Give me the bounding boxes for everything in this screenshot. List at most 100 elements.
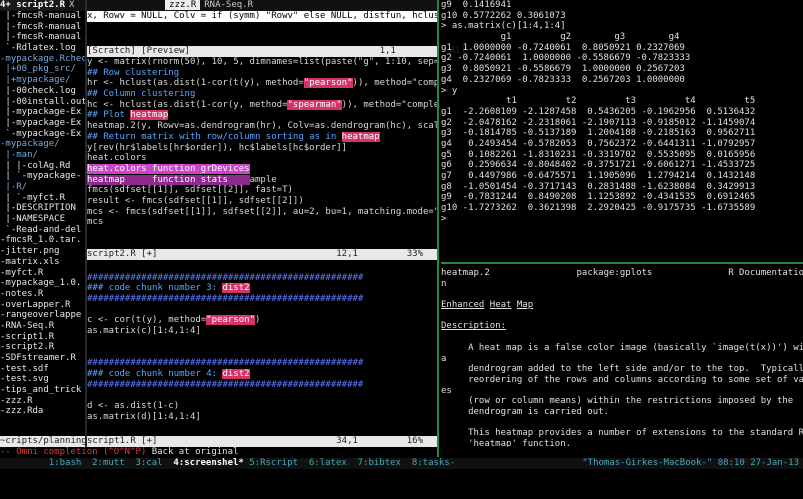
console-line: g10 0.5772262 0.3061073 — [441, 10, 566, 21]
tree-item[interactable]: | `-myfct.R — [0, 193, 85, 204]
tab-close-x[interactable]: X — [65, 0, 78, 10]
tree-item[interactable]: |-fmcsR-manual — [0, 22, 85, 33]
tree-item[interactable]: `-mypackage-Ex — [0, 129, 85, 140]
tree-item[interactable]: -SDFstreamer.R — [0, 353, 85, 364]
code-line[interactable]: mcs <- fmcs(sdfset[[1]], sdfset[[2]], au… — [87, 207, 437, 218]
chunk-divider: ########################################… — [87, 294, 364, 305]
tree-item[interactable]: |-fmcsR-manual — [0, 11, 85, 22]
message-text: Back at original — [151, 447, 239, 457]
console-line: g2 -2.0478162 -2.2318061 -2.1907113 -0.9… — [441, 117, 756, 128]
help-text: A heat map is a false color image (basic… — [441, 342, 803, 353]
chunk-header: ### code chunk number 3: dist2 — [87, 283, 437, 294]
tree-item[interactable]: |-fmcsR-manual — [0, 32, 85, 43]
tree-item[interactable]: `-Read-and-del — [0, 225, 85, 236]
tree-item[interactable]: -jitter.png — [0, 246, 85, 257]
script1-statusline: script1.R [+] 34,1 16% — [87, 436, 437, 447]
tree-item[interactable]: |-00check.log — [0, 86, 85, 97]
tab-rna-seq[interactable]: RNA-Seq.R — [200, 0, 257, 10]
code-line[interactable]: mcs — [87, 217, 437, 228]
code-line[interactable]: hr <- hclust(as.dist(1-cor(t(y), method=… — [87, 78, 437, 89]
tree-item[interactable]: |-man/ — [0, 150, 85, 161]
completion-item-heat-colors[interactable]: heat.colors function grDevices — [87, 163, 250, 174]
signature-line: x, Rowv = NULL, Colv = if (symm) "Rowv" … — [87, 11, 437, 22]
vim-message-line: -- Omni completion (^O^N^P) Back at orig… — [0, 447, 437, 458]
tree-item[interactable]: -rangeoverlappe — [0, 310, 85, 321]
editor-script1[interactable]: ########################################… — [87, 262, 437, 432]
help-title-right: R Documentation — [728, 268, 803, 278]
tree-item[interactable]: |-mypackage-Ex — [0, 107, 85, 118]
tree-item[interactable]: |-R/ — [0, 182, 85, 193]
console-line: g8 -1.0501454 -0.3717143 0.2831488 -1.62… — [441, 181, 756, 192]
tree-item[interactable]: -matrix.xls — [0, 257, 85, 268]
tree-item[interactable]: -mypackage.Rcheck/ — [0, 54, 85, 65]
tree-item[interactable]: -RNA-Seq.R — [0, 321, 85, 332]
code-line[interactable]: fmcs(sdfset[[1]], sdfset[[2]], fast=T) — [87, 185, 437, 196]
string-literal: "spearman" — [287, 99, 342, 110]
code-comment[interactable]: ## Return matrix with row/column sorting… — [87, 131, 437, 143]
tree-item[interactable]: -myfct.R — [0, 268, 85, 279]
r-help-page[interactable]: heatmap.2 package:gplots R Documentation… — [441, 268, 803, 447]
code-line[interactable]: hc <- hclust(as.dist(1-cor(y, method="sp… — [87, 99, 437, 111]
tree-item[interactable]: |-NAMESPACE — [0, 214, 85, 225]
code-line[interactable]: y <- matrix(rnorm(50), 10, 5, dimnames=l… — [87, 57, 437, 68]
tree-item[interactable]: |-mypackage-Ex — [0, 118, 85, 129]
tree-item[interactable]: -fmcsR_1.0.tar. — [0, 235, 85, 246]
code-line[interactable]: c <- cor(t(y), method="pearson") — [87, 315, 437, 326]
tmux-window-active[interactable]: 4:screenshel* — [173, 458, 243, 468]
code-line[interactable]: result <- fmcs(sdfset[[1]], sdfset[[2]]) — [87, 196, 437, 207]
code-line-cursor[interactable]: heat.colors — [87, 153, 437, 164]
help-text: dendrogram is carried out. — [441, 406, 609, 417]
help-heading-word: Map — [516, 300, 534, 311]
tree-item[interactable]: -overLapper.R — [0, 300, 85, 311]
tree-item[interactable]: -notes.R — [0, 289, 85, 300]
editor-script2[interactable]: y <- matrix(rnorm(50), 10, 5, dimnames=l… — [87, 57, 437, 247]
tree-item[interactable]: -mypackage/ — [0, 139, 85, 150]
help-text: This heatmap provides a number of extens… — [441, 428, 803, 439]
tree-item[interactable]: | |-colAg.Rd — [0, 161, 85, 172]
tree-item[interactable]: |+00_pkg_src/ — [0, 64, 85, 75]
console-line: g6 0.2596634 -0.8048402 -0.3751721 -0.60… — [441, 160, 756, 171]
r-console[interactable]: g9 0.1416941 g10 0.5772262 0.3061073 > as.… — [441, 0, 803, 261]
code-line[interactable]: as.matrix(c)[1:4,1:4] — [87, 326, 437, 337]
console-line: g3 0.8050921 -0.5586679 1.0000000 0.2567… — [441, 64, 685, 75]
code-text: ) — [255, 315, 261, 326]
tree-item[interactable]: `-Rdlatex.log — [0, 43, 85, 54]
tmux-horizontal-divider[interactable] — [441, 262, 803, 264]
tree-item[interactable]: -zzz.R — [0, 396, 85, 407]
tree-item[interactable]: -test.svg — [0, 374, 85, 385]
tree-item[interactable]: | `-mypackage- — [0, 171, 85, 182]
tree-item[interactable]: -script2.R — [0, 342, 85, 353]
console-line: g3 -0.1814785 -0.5137189 1.2004188 -0.21… — [441, 128, 756, 139]
tmux-window-list[interactable]: 5:Rscript 6:latex 7:bibtex 8:tasks- — [244, 458, 455, 468]
code-line[interactable]: heatmap.2(y, Rowv=as.dendrogram(hr), Col… — [87, 121, 437, 132]
tree-item[interactable]: -tips_and_trick — [0, 385, 85, 396]
tmux-window-list[interactable]: 1:bash 2:mutt 3:cal — [0, 458, 173, 468]
code-text: ## Return matrix with row/column sorting… — [87, 131, 342, 142]
tree-item[interactable]: |-00install.out — [0, 97, 85, 108]
completion-item-heatmap[interactable]: heatmap function stats — [87, 174, 250, 185]
code-comment[interactable]: ## Plot heatmap — [87, 110, 437, 121]
tree-item[interactable]: -test.sdf — [0, 364, 85, 375]
chunk-divider: ########################################… — [87, 379, 364, 390]
code-text: ample — [249, 174, 277, 185]
code-comment[interactable]: ## Column clustering — [87, 89, 437, 100]
help-title: heatmap.2 package:gplots R Documentation — [441, 268, 803, 279]
tab-zzz[interactable]: zzz.R — [165, 0, 201, 10]
tree-item[interactable]: -mypackage_1.0. — [0, 278, 85, 289]
code-line[interactable]: d <- as.dist(1-c) — [87, 401, 437, 412]
code-comment[interactable]: ## Row clustering — [87, 68, 437, 79]
help-text: reordering of the rows and columns accor… — [441, 374, 803, 385]
console-line: t1 t2 t3 t4 t5 — [441, 96, 756, 107]
code-text: hc <- hclust(as.dist(1-cor(y, method= — [87, 99, 288, 110]
code-line[interactable]: as.matrix(d)[1:4,1:4] — [87, 412, 437, 423]
tree-item[interactable]: |-DESCRIPTION — [0, 203, 85, 214]
tree-item[interactable]: |+mypackage/ — [0, 75, 85, 86]
code-text: hr <- hclust(as.dist(1-cor(t(y), method= — [87, 78, 304, 89]
nerdtree-file-browser[interactable]: |-fmcsR-manual |-fmcsR-manual |-fmcsR-ma… — [0, 11, 85, 436]
terminal-background — [0, 469, 803, 499]
tmux-pane-divider[interactable] — [437, 0, 439, 457]
tree-item[interactable]: -zzz.Rda — [0, 406, 85, 417]
tree-item[interactable]: -script1.R — [0, 332, 85, 343]
tab-script2[interactable]: 4+ script2.R — [0, 0, 66, 10]
code-line[interactable]: y[rev(hr$labels[hr$order]), hc$labels[hc… — [87, 143, 437, 154]
